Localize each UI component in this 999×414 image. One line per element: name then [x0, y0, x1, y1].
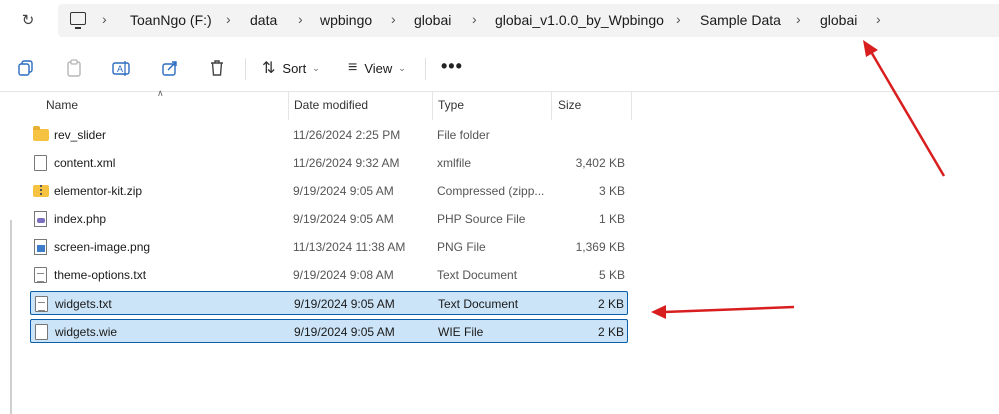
file-size: 5 KB [598, 268, 625, 282]
file-name: rev_slider [54, 128, 107, 142]
file-type: PNG File [437, 240, 486, 254]
copy-icon[interactable] [17, 59, 35, 77]
file-type: Compressed (zipp... [437, 184, 545, 198]
file-name: elementor-kit.zip [54, 184, 143, 198]
paste-icon[interactable] [65, 59, 83, 77]
view-label: View [364, 60, 393, 76]
arrow-to-selected-files [663, 305, 795, 314]
sort-ascending-icon: ∧ [157, 88, 164, 98]
file-name: theme-options.txt [54, 268, 147, 282]
zip-folder-icon [33, 185, 49, 197]
file-row-selected[interactable]: widgets.txt 9/19/2024 9:05 AM Text Docum… [30, 291, 628, 315]
file-row[interactable]: elementor-kit.zip 9/19/2024 9:05 AM Comp… [30, 179, 628, 203]
address-bar-row: ↻ › ToanNgo (F:) › data › wpbingo › glob… [0, 0, 999, 42]
breadcrumb-item-current[interactable]: globai [820, 12, 857, 28]
column-header-row: ∧ Name Date modified Type Size [0, 88, 632, 120]
folder-icon [33, 126, 49, 141]
file-date: 11/26/2024 2:25 PM [293, 128, 401, 142]
file-date: 9/19/2024 9:05 AM [294, 325, 395, 339]
file-size: 1,369 KB [575, 240, 625, 254]
chevron-right-icon[interactable]: › [472, 11, 477, 27]
file-type: Text Document [438, 297, 519, 311]
file-row-selected[interactable]: widgets.wie 9/19/2024 9:05 AM WIE File 2… [30, 319, 628, 343]
breadcrumb-item[interactable]: globai_v1.0.0_by_Wpbingo [495, 12, 664, 28]
php-file-icon [34, 211, 47, 227]
file-name: widgets.wie [55, 325, 118, 339]
breadcrumb-item[interactable]: ToanNgo (F:) [130, 12, 212, 28]
file-date: 9/19/2024 9:05 AM [293, 184, 394, 198]
arrowhead-icon [651, 305, 666, 319]
file-size: 2 KB [597, 325, 624, 339]
file-type: File folder [437, 128, 490, 142]
this-pc-icon[interactable] [70, 12, 86, 29]
column-divider[interactable] [288, 92, 289, 120]
file-size: 3 KB [598, 184, 625, 198]
chevron-down-icon: ⌄ [398, 62, 406, 73]
share-icon[interactable] [161, 59, 179, 77]
toolbar-divider [245, 58, 246, 80]
file-type: PHP Source File [437, 212, 526, 226]
breadcrumb-item[interactable]: data [250, 12, 277, 28]
column-header-date[interactable]: Date modified [294, 98, 368, 112]
file-icon [35, 324, 48, 340]
file-row[interactable]: content.xml 11/26/2024 9:32 AM xmlfile 3… [30, 151, 628, 175]
image-file-icon [34, 239, 47, 255]
file-icon [34, 155, 47, 171]
toolbar-divider [425, 58, 426, 80]
file-row[interactable]: theme-options.txt 9/19/2024 9:08 AM Text… [30, 263, 628, 287]
column-header-size[interactable]: Size [558, 98, 581, 112]
chevron-right-icon[interactable]: › [298, 11, 303, 27]
column-divider[interactable] [551, 92, 552, 120]
column-header-name[interactable]: Name [46, 98, 78, 112]
sort-icon: ⇅ [262, 60, 276, 77]
file-date: 9/19/2024 9:05 AM [293, 212, 394, 226]
text-file-icon [34, 267, 47, 283]
breadcrumb-item[interactable]: wpbingo [320, 12, 372, 28]
breadcrumb-item[interactable]: globai [414, 12, 451, 28]
command-bar: A ⇅ Sort ⌄ ≡ View ⌄ ••• [0, 44, 999, 92]
view-button[interactable]: ≡ View ⌄ [348, 58, 406, 78]
file-size: 3,402 KB [575, 156, 625, 170]
file-name: content.xml [54, 156, 116, 170]
file-row[interactable]: screen-image.png 11/13/2024 11:38 AM PNG… [30, 235, 628, 259]
rename-icon[interactable]: A [112, 59, 130, 77]
file-type: WIE File [438, 325, 484, 339]
chevron-right-icon[interactable]: › [226, 11, 231, 27]
refresh-icon[interactable]: ↻ [18, 10, 38, 30]
file-row[interactable]: rev_slider 11/26/2024 2:25 PM File folde… [30, 123, 628, 147]
file-date: 11/26/2024 9:32 AM [293, 156, 400, 170]
file-type: xmlfile [437, 156, 472, 170]
address-bar[interactable]: › ToanNgo (F:) › data › wpbingo › globai… [58, 4, 999, 37]
chevron-right-icon[interactable]: › [876, 11, 881, 27]
chevron-right-icon[interactable]: › [102, 11, 107, 27]
file-name: widgets.txt [55, 297, 112, 311]
chevron-right-icon[interactable]: › [676, 11, 681, 27]
file-row[interactable]: index.php 9/19/2024 9:05 AM PHP Source F… [30, 207, 628, 231]
file-size: 1 KB [598, 212, 625, 226]
sort-label: Sort [282, 60, 307, 76]
chevron-right-icon[interactable]: › [391, 11, 396, 27]
file-size: 2 KB [597, 297, 624, 311]
breadcrumb-item[interactable]: Sample Data [700, 12, 781, 28]
sort-button[interactable]: ⇅ Sort ⌄ [262, 58, 320, 78]
file-date: 11/13/2024 11:38 AM [293, 240, 406, 254]
file-name: screen-image.png [54, 240, 151, 254]
view-icon: ≡ [348, 59, 358, 76]
chevron-right-icon[interactable]: › [796, 11, 801, 27]
delete-icon[interactable] [208, 59, 226, 77]
text-file-icon [35, 296, 48, 312]
file-name: index.php [54, 212, 107, 226]
chevron-down-icon: ⌄ [312, 62, 320, 73]
navigation-pane-scrollbar[interactable] [10, 220, 12, 414]
column-header-type[interactable]: Type [438, 98, 464, 112]
file-date: 9/19/2024 9:08 AM [293, 268, 394, 282]
svg-text:A: A [117, 64, 123, 74]
column-divider[interactable] [432, 92, 433, 120]
file-type: Text Document [437, 268, 518, 282]
column-divider[interactable] [631, 92, 632, 120]
more-options-button[interactable]: ••• [441, 56, 463, 77]
file-date: 9/19/2024 9:05 AM [294, 297, 395, 311]
